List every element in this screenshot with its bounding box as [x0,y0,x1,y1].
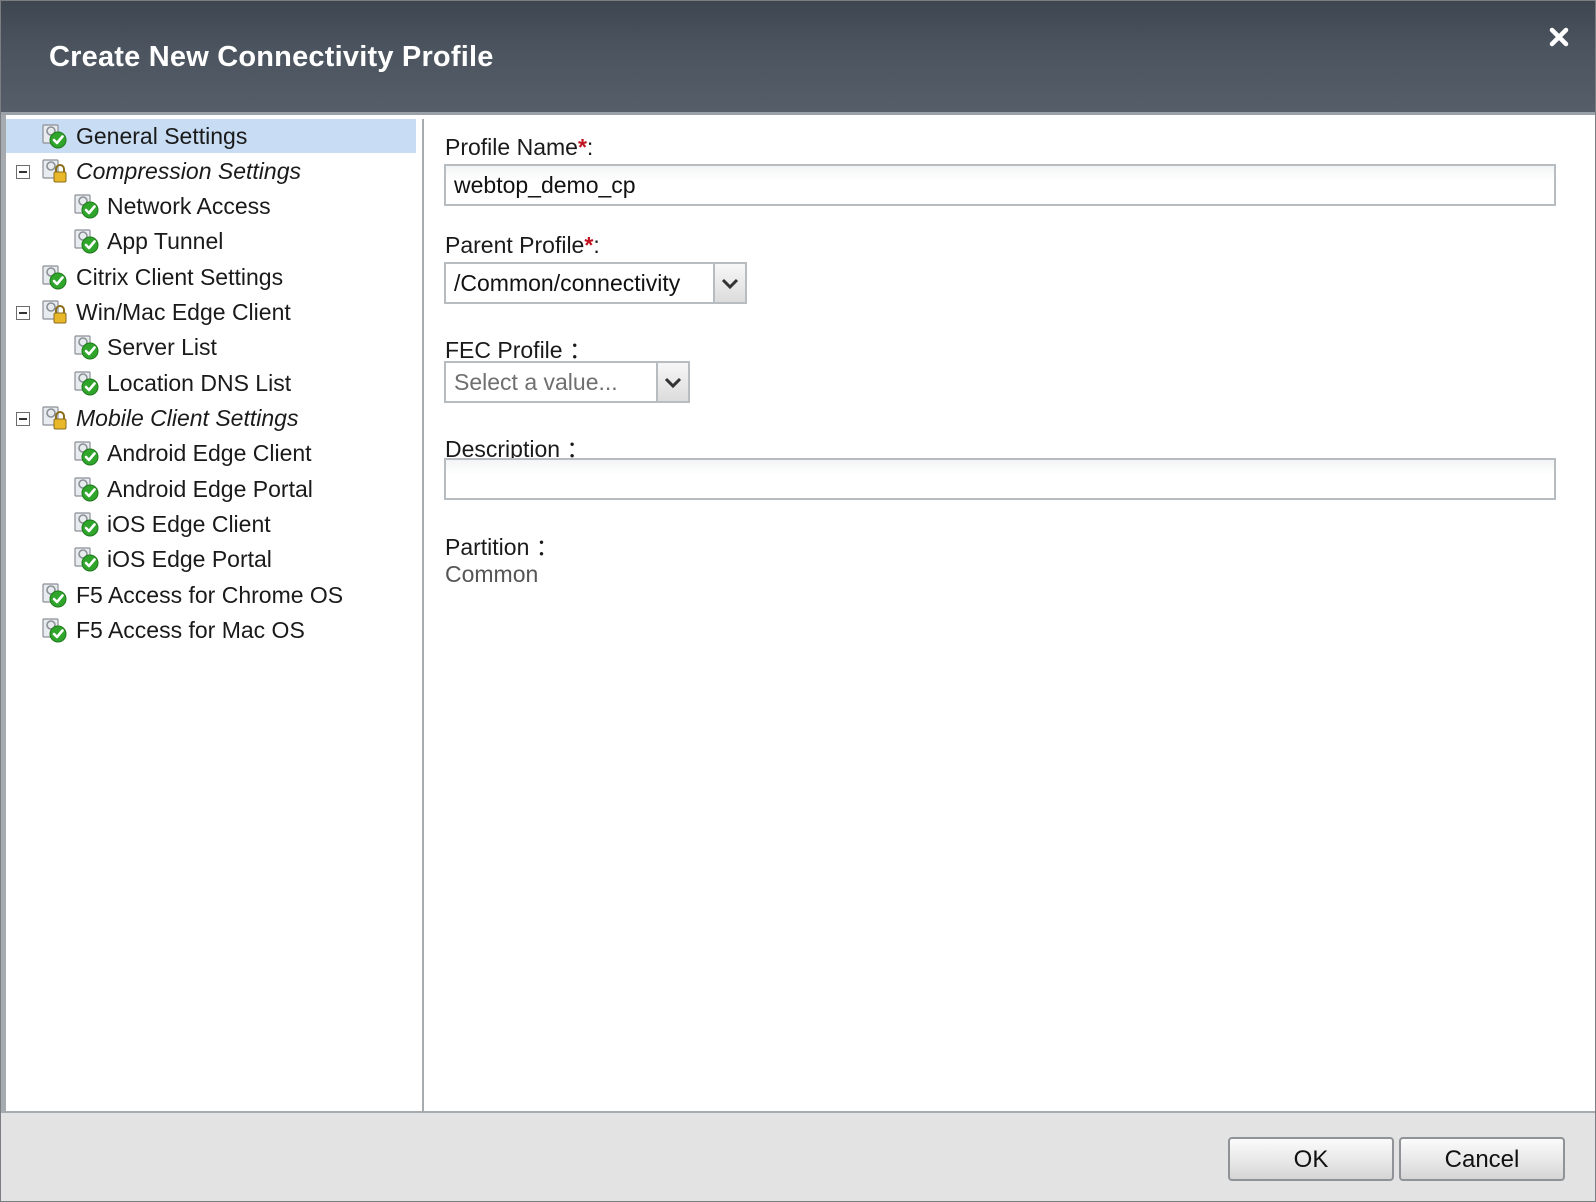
settings-check-icon [72,438,102,468]
tree-item-ios-edge-client[interactable]: iOS Edge Client [6,507,416,541]
tree-item-general-settings[interactable]: General Settings [6,119,416,153]
tree-item-compression-settings[interactable]: Compression Settings [6,154,416,188]
tree-item-label: Location DNS List [107,370,292,396]
tree-item-f5-access-chrome-os[interactable]: F5 Access for Chrome OS [6,578,416,612]
settings-check-icon [40,615,70,645]
tree-item-server-list[interactable]: Server List [6,330,416,364]
tree-item-label: Server List [107,334,217,360]
settings-check-icon [72,226,102,256]
settings-check-icon [40,580,70,610]
chevron-down-icon[interactable] [656,363,688,401]
connectivity-profile-dialog: Create New Connectivity Profile General … [0,0,1596,1202]
tree-item-mobile-client-settings[interactable]: Mobile Client Settings [6,401,416,435]
tree-item-citrix-client-settings[interactable]: Citrix Client Settings [6,260,416,294]
collapse-toggle-icon[interactable] [16,306,30,320]
settings-check-icon [72,544,102,574]
tree-item-label: iOS Edge Portal [107,546,272,572]
close-icon[interactable] [1541,19,1577,55]
tree-item-f5-access-mac-os[interactable]: F5 Access for Mac OS [6,613,416,647]
collapse-toggle-icon[interactable] [16,412,30,426]
settings-check-icon [40,262,70,292]
tree-item-android-edge-client[interactable]: Android Edge Client [6,436,416,470]
settings-lock-icon [40,297,70,327]
settings-check-icon [72,191,102,221]
collapse-toggle-icon[interactable] [16,165,30,179]
tree-item-label: iOS Edge Client [107,511,271,537]
parent-profile-select[interactable]: /Common/connectivity [444,262,747,304]
tree-item-label: Compression Settings [76,158,301,184]
required-asterisk: * [584,232,594,258]
settings-check-icon [40,121,70,151]
tree-item-ios-edge-portal[interactable]: iOS Edge Portal [6,542,416,576]
dialog-footer: OK Cancel [1,1111,1595,1201]
tree-item-label: Mobile Client Settings [76,405,299,431]
required-asterisk: * [577,134,587,160]
profile-name-input[interactable] [444,164,1556,206]
tree-item-label: Network Access [107,193,271,219]
tree-item-label: Android Edge Client [107,440,312,466]
tree-item-win-mac-edge-client[interactable]: Win/Mac Edge Client [6,295,416,329]
chevron-down-icon[interactable] [713,264,745,302]
cancel-button[interactable]: Cancel [1399,1137,1565,1181]
settings-lock-icon [40,156,70,186]
tree-item-label: General Settings [76,123,248,149]
tree-item-label: F5 Access for Chrome OS [76,582,344,608]
tree-item-android-edge-portal[interactable]: Android Edge Portal [6,472,416,506]
tree-item-label: Android Edge Portal [107,476,313,502]
fec-profile-select[interactable]: Select a value... [444,361,690,403]
settings-check-icon [72,509,102,539]
partition-value: Common [445,561,539,587]
profile-name-label: Profile Name*: [445,134,594,160]
settings-check-icon [72,332,102,362]
tree-item-label: App Tunnel [107,228,224,254]
parent-profile-value: /Common/connectivity [454,270,681,296]
tree-item-app-tunnel[interactable]: App Tunnel [6,224,416,258]
dialog-title: Create New Connectivity Profile [49,41,494,73]
dialog-title-bar: Create New Connectivity Profile [1,1,1595,115]
tree-item-label: Win/Mac Edge Client [76,299,291,325]
parent-profile-label: Parent Profile*: [445,232,600,258]
tree-item-label: F5 Access for Mac OS [76,617,305,643]
description-input[interactable] [444,458,1556,500]
fec-profile-label: FEC Profile ： [445,337,592,363]
settings-lock-icon [40,403,70,433]
tree-item-network-access[interactable]: Network Access [6,189,416,223]
settings-tree: General Settings Compression Settings Ne… [6,119,424,1111]
partition-label: Partition ： [445,534,559,560]
tree-item-label: Citrix Client Settings [76,264,284,290]
ok-button[interactable]: OK [1228,1137,1394,1181]
tree-item-location-dns-list[interactable]: Location DNS List [6,366,416,400]
settings-check-icon [72,474,102,504]
general-settings-form: Profile Name*: Parent Profile*: /Common/… [424,119,1595,1111]
settings-check-icon [72,368,102,398]
fec-profile-placeholder: Select a value... [454,369,618,395]
